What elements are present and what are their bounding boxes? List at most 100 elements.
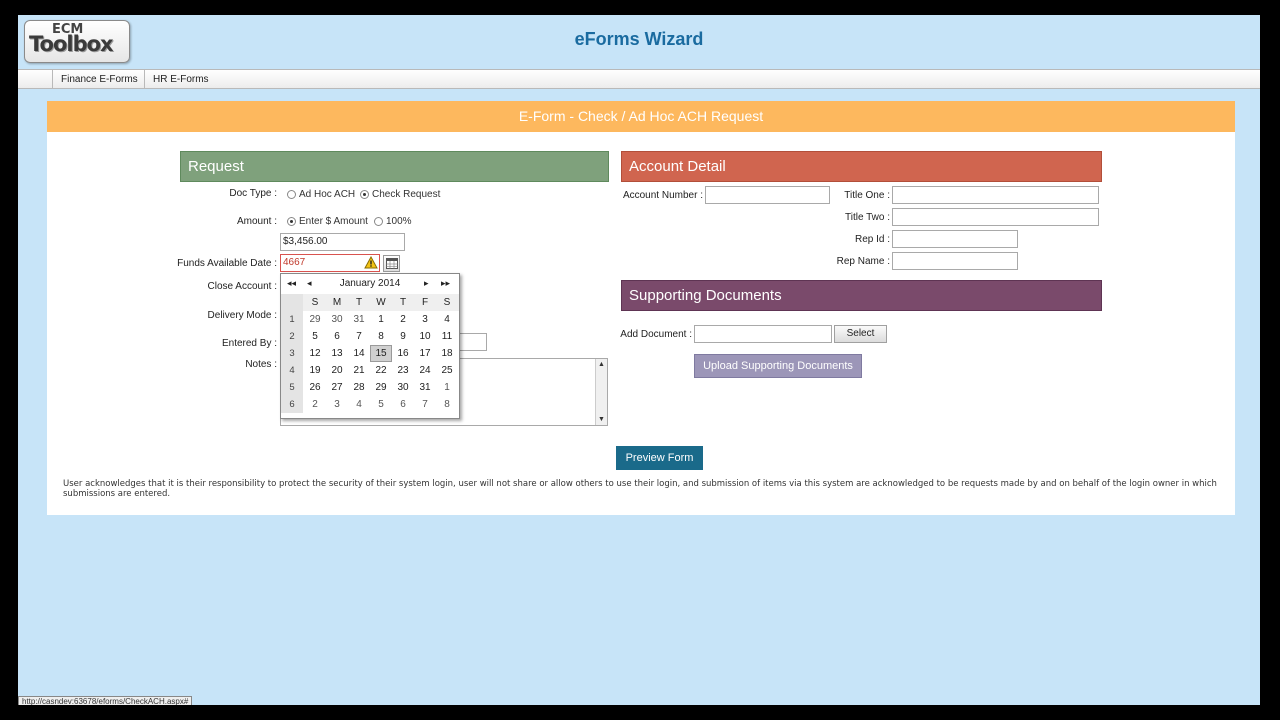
account-detail-section-header: Account Detail [621,151,1102,182]
calendar-day[interactable]: 4 [436,311,458,328]
calendar-day[interactable]: 14 [348,345,370,362]
close-account-label: Close Account : [207,281,277,292]
calendar-day[interactable]: 2 [304,396,326,413]
amount-enter-label: Enter $ Amount [299,216,368,227]
form-panel: E-Form - Check / Ad Hoc ACH Request Requ… [47,101,1235,515]
calendar-day[interactable]: 13 [326,345,348,362]
title-one-input[interactable] [892,186,1099,204]
scroll-up-icon[interactable]: ▲ [596,359,607,370]
calendar-week-row: 2 5 6 7 8 9 10 11 [281,328,459,345]
calendar-week-row: 5 26 27 28 29 30 31 1 [281,379,459,396]
calendar-day[interactable]: 11 [436,328,458,345]
amount-100-label: 100% [386,216,412,227]
calendar-day[interactable]: 9 [392,328,414,345]
calendar-day[interactable]: 29 [370,379,392,396]
calendar-day[interactable]: 8 [436,396,458,413]
calendar-day[interactable]: 31 [414,379,436,396]
calendar-day[interactable]: 31 [348,311,370,328]
app-header: ECM Toolbox eForms Wizard [18,15,1260,70]
calendar-day[interactable]: 15 [370,345,392,362]
calendar-header: ◂◂ ◂ January 2014 ▸ ▸▸ [281,274,459,294]
calendar-day[interactable]: 3 [414,311,436,328]
calendar-day[interactable]: 22 [370,362,392,379]
upload-supporting-documents-button[interactable]: Upload Supporting Documents [694,354,862,378]
status-bar-url: http://casndev:63678/eforms/CheckACH.asp… [18,696,193,705]
calendar-day[interactable]: 5 [370,396,392,413]
rep-name-input[interactable] [892,252,1018,270]
nav-item-hr-eforms[interactable]: HR E-Forms [144,70,217,89]
select-file-button[interactable]: Select [834,325,887,343]
calendar-button[interactable] [383,255,400,272]
calendar-day[interactable]: 4 [348,396,370,413]
rep-id-label: Rep Id : [854,234,890,245]
account-number-label: Account Number : [622,190,703,201]
calendar-day[interactable]: 30 [392,379,414,396]
amount-100-radio[interactable] [374,217,383,226]
calendar-day[interactable]: 8 [370,328,392,345]
calendar-month-title[interactable]: January 2014 [281,278,459,289]
calendar-day[interactable]: 16 [392,345,414,362]
calendar-day[interactable]: 6 [326,328,348,345]
doc-type-adhoc-label: Ad Hoc ACH [299,189,356,200]
scroll-down-icon[interactable]: ▼ [596,414,607,425]
weekday-label: M [332,297,342,308]
week-number: 1 [281,311,303,328]
week-number: 4 [281,362,303,379]
calendar-day[interactable]: 6 [392,396,414,413]
request-section-header: Request [180,151,609,182]
calendar-day[interactable]: 1 [436,379,458,396]
calendar-week-row: 1 29 30 31 1 2 3 4 [281,311,459,328]
calendar-day[interactable]: 12 [304,345,326,362]
amount-enter-radio[interactable] [287,217,296,226]
calendar-day[interactable]: 24 [414,362,436,379]
calendar-day[interactable]: 10 [414,328,436,345]
account-number-input[interactable] [705,186,830,204]
calendar-day[interactable]: 25 [436,362,458,379]
notes-scrollbar[interactable]: ▲ ▼ [595,359,607,425]
calendar-day[interactable]: 18 [436,345,458,362]
week-number: 5 [281,379,303,396]
calendar-day[interactable]: 27 [326,379,348,396]
rep-id-input[interactable] [892,230,1018,248]
calendar-icon [386,258,398,269]
form-title-bar: E-Form - Check / Ad Hoc ACH Request [47,101,1235,132]
calendar-day[interactable]: 1 [370,311,392,328]
nav-item-finance-eforms[interactable]: Finance E-Forms [52,70,146,89]
notes-label: Notes : [245,359,277,370]
funds-available-date-label: Funds Available Date : [177,258,277,269]
week-number: 6 [281,396,303,413]
calendar-day[interactable]: 7 [348,328,370,345]
weekday-label: T [399,297,407,308]
calendar-day[interactable]: 29 [304,311,326,328]
calendar-day[interactable]: 23 [392,362,414,379]
calendar-day[interactable]: 5 [304,328,326,345]
calendar-day[interactable]: 28 [348,379,370,396]
disclaimer-text: User acknowledges that it is their respo… [63,479,1217,499]
calendar-day[interactable]: 30 [326,311,348,328]
nav-bar: Finance E-Forms HR E-Forms [18,69,1260,89]
doc-type-check-radio[interactable] [360,190,369,199]
week-number-corner [281,294,303,311]
title-two-input[interactable] [892,208,1099,226]
doc-type-adhoc-radio[interactable] [287,190,296,199]
calendar-day[interactable]: 26 [304,379,326,396]
add-document-label: Add Document : [620,329,692,340]
calendar-day[interactable]: 20 [326,362,348,379]
next-year-icon[interactable]: ▸▸ [441,278,450,289]
calendar-day[interactable]: 21 [348,362,370,379]
browser-viewport: ECM Toolbox eForms Wizard Finance E-Form… [18,15,1260,705]
week-number: 2 [281,328,303,345]
calendar-day[interactable]: 7 [414,396,436,413]
entered-by-label: Entered By : [221,338,277,349]
warning-icon [364,256,378,269]
calendar-day[interactable]: 17 [414,345,436,362]
doc-type-check-label: Check Request [372,189,441,200]
preview-form-button[interactable]: Preview Form [616,446,703,470]
calendar-day[interactable]: 19 [304,362,326,379]
amount-input[interactable]: $3,456.00 [280,233,405,251]
calendar-day[interactable]: 3 [326,396,348,413]
next-month-icon[interactable]: ▸ [424,278,429,289]
app-title: eForms Wizard [574,29,704,49]
add-document-input[interactable] [694,325,832,343]
calendar-day[interactable]: 2 [392,311,414,328]
